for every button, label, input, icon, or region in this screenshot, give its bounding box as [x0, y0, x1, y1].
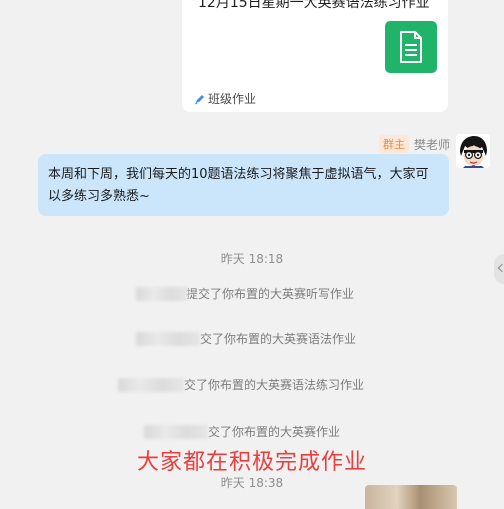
collapse-arrow-icon[interactable] [494, 254, 504, 284]
sender-name[interactable]: 樊老师 [414, 136, 450, 153]
submission-notice: 交了你布置的大英赛作业 [144, 423, 340, 440]
message-sender: 群主 樊老师 [378, 135, 450, 153]
submission-notice: 提交了你布置的大英赛听写作业 [136, 285, 354, 302]
homework-title: 12月15日星期一大英赛语法练习作业 [198, 0, 430, 11]
avatar[interactable] [456, 134, 490, 168]
role-badge: 群主 [378, 135, 409, 153]
message-bubble[interactable]: 本周和下周，我们每天的10题语法练习将聚焦于虚拟语气，大家可以多练习多熟悉~ [38, 154, 449, 216]
notice-text: 交了你布置的大英赛作业 [208, 425, 341, 439]
blurred-username [136, 286, 188, 301]
notice-text: 提交了你布置的大英赛听写作业 [186, 287, 355, 301]
blurred-username [118, 377, 184, 392]
submission-notice: 交了你布置的大英赛语法练习作业 [118, 376, 364, 393]
overlay-caption: 大家都在积极完成作业 [136, 450, 367, 475]
homework-card[interactable]: 12月15日星期一大英赛语法练习作业 班级作业 [182, 0, 448, 112]
submission-notice: 交了你布置的大英赛语法作业 [136, 330, 356, 347]
image-thumbnail[interactable] [365, 485, 457, 509]
blurred-username [144, 424, 208, 439]
pen-icon [194, 93, 205, 105]
timestamp: 昨天 18:18 [220, 252, 284, 266]
notice-text: 交了你布置的大英赛语法练习作业 [184, 378, 365, 392]
document-file-icon[interactable] [385, 21, 437, 73]
homework-tag-label: 班级作业 [208, 92, 257, 106]
blurred-username [136, 331, 200, 346]
notice-text: 交了你布置的大英赛语法作业 [200, 332, 357, 346]
homework-tag: 班级作业 [194, 90, 256, 107]
